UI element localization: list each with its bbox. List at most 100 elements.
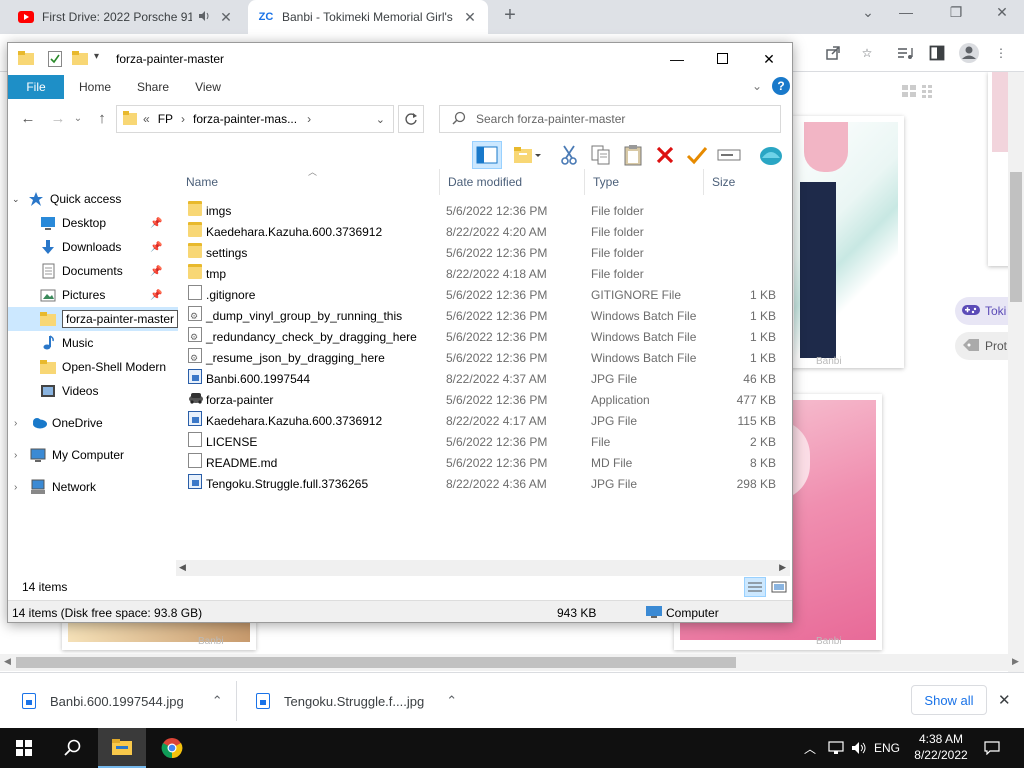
chevron-right-icon[interactable]: › xyxy=(14,418,30,429)
file-row[interactable]: Banbi.600.1997544 8/22/2022 4:37 AM JPG Fi… xyxy=(178,369,792,390)
speaker-icon[interactable] xyxy=(198,10,212,25)
address-bar[interactable]: « FP › forza-painter-mas... › ⌄ xyxy=(116,105,394,133)
scroll-left-icon[interactable]: ◀ xyxy=(179,562,186,573)
restore-icon[interactable]: ❐ xyxy=(944,4,968,26)
image-card[interactable]: Banbi xyxy=(786,116,904,368)
file-row[interactable]: README.md 5/6/2022 12:36 PM MD File 8 KB xyxy=(178,453,792,474)
address-dropdown-icon[interactable]: ⌄ xyxy=(376,113,385,126)
volume-icon[interactable] xyxy=(848,728,870,768)
nav-quick-access[interactable]: ⌄ Quick access xyxy=(8,187,178,211)
download-item[interactable]: Banbi.600.1997544.jpg ⌃ xyxy=(22,673,223,729)
file-row[interactable]: Tengoku.Struggle.full.3736265 8/22/2022 4… xyxy=(178,474,792,495)
new-tab-button[interactable]: + xyxy=(500,5,520,26)
browser-tab-porsche[interactable]: First Drive: 2022 Porsche 911 G ✕ xyxy=(8,0,244,34)
quick-access-toolbar-dropdown-icon[interactable]: ▾ xyxy=(94,51,99,62)
taskbar-chrome[interactable] xyxy=(148,728,196,768)
expand-ribbon-icon[interactable]: ⌄ xyxy=(752,79,762,93)
file-row[interactable]: tmp 8/22/2022 4:18 AM File folder xyxy=(178,264,792,285)
nav-desktop[interactable]: Desktop 📌 xyxy=(8,211,178,235)
rename-button[interactable] xyxy=(714,141,744,169)
profile-avatar-icon[interactable] xyxy=(958,42,980,64)
side-panel-icon[interactable] xyxy=(926,42,948,64)
category-pill-toki[interactable]: Toki xyxy=(955,297,1008,325)
delete-button[interactable] xyxy=(650,141,680,169)
bookmark-star-icon[interactable]: ☆ xyxy=(856,42,878,64)
nav-music[interactable]: Music xyxy=(8,331,178,355)
scroll-right-icon[interactable]: ▶ xyxy=(779,562,786,573)
properties-checkbox-icon[interactable] xyxy=(48,51,62,70)
tab-share[interactable]: Share xyxy=(128,75,178,99)
column-header-name[interactable]: Name xyxy=(178,169,440,195)
scroll-left-icon[interactable]: ◀ xyxy=(4,656,11,667)
close-tab-icon[interactable]: ✕ xyxy=(218,9,234,26)
show-all-button[interactable]: Show all xyxy=(911,685,987,715)
file-row[interactable]: LICENSE 5/6/2022 12:36 PM File 2 KB xyxy=(178,432,792,453)
grid-view-icon[interactable] xyxy=(900,82,940,100)
nav-documents[interactable]: Documents 📌 xyxy=(8,259,178,283)
column-header-type[interactable]: Type xyxy=(585,169,704,195)
properties-button[interactable] xyxy=(682,141,712,169)
nav-open-shell-modern[interactable]: Open-Shell Modern xyxy=(8,355,178,379)
chevron-up-icon[interactable]: ⌃ xyxy=(446,693,457,709)
file-row[interactable]: imgs 5/6/2022 12:36 PM File folder xyxy=(178,201,792,222)
breadcrumb-forza-painter[interactable]: forza-painter-mas... xyxy=(193,112,297,126)
new-folder-icon[interactable] xyxy=(72,51,88,68)
nav-videos[interactable]: Videos xyxy=(8,379,178,403)
nav-forza-painter-master[interactable]: forza-painter-master xyxy=(8,307,179,331)
minimize-button[interactable]: — xyxy=(654,43,700,75)
chevron-right-icon[interactable]: › xyxy=(181,112,185,126)
explorer-title-bar[interactable]: ▾ forza-painter-master — ✕ xyxy=(8,43,792,75)
help-icon[interactable]: ? xyxy=(772,77,790,95)
nav-downloads[interactable]: Downloads 📌 xyxy=(8,235,178,259)
pin-icon[interactable]: 📌 xyxy=(150,290,162,301)
file-row[interactable]: _dump_vinyl_group_by_running_this 5/6/202… xyxy=(178,306,792,327)
refresh-button[interactable] xyxy=(398,105,424,133)
close-button[interactable]: ✕ xyxy=(746,43,792,75)
browser-tab-banbi[interactable]: ZC Banbi - Tokimeki Memorial Girl's ✕ xyxy=(248,0,488,34)
file-row[interactable]: .gitignore 5/6/2022 12:36 PM GITIGNORE Fil… xyxy=(178,285,792,306)
media-control-icon[interactable] xyxy=(894,42,916,64)
minimize-icon[interactable]: — xyxy=(894,4,918,26)
search-button[interactable] xyxy=(50,728,96,768)
large-icons-view-button[interactable] xyxy=(770,579,788,595)
close-window-icon[interactable]: ✕ xyxy=(990,4,1014,26)
column-header-date[interactable]: Date modified xyxy=(440,169,585,195)
menu-kebab-icon[interactable]: ⋮ xyxy=(990,42,1012,64)
chevron-down-icon[interactable]: ⌄ xyxy=(856,4,880,26)
start-button[interactable] xyxy=(0,728,48,768)
column-header-size[interactable]: Size xyxy=(704,169,782,195)
page-vertical-scrollbar[interactable] xyxy=(1008,72,1024,672)
navigation-pane-button[interactable] xyxy=(472,141,502,169)
network-icon[interactable] xyxy=(824,728,848,768)
system-clock[interactable]: 4:38 AM 8/22/2022 xyxy=(905,731,977,763)
pin-icon[interactable]: 📌 xyxy=(150,218,162,229)
breadcrumb-fp[interactable]: FP xyxy=(158,112,173,126)
details-view-button[interactable] xyxy=(744,577,766,597)
forward-arrow-icon[interactable]: → xyxy=(48,109,68,129)
recent-locations-icon[interactable]: ⌄ xyxy=(68,109,88,129)
paste-button[interactable] xyxy=(618,141,648,169)
cut-button[interactable] xyxy=(554,141,584,169)
page-horizontal-scrollbar[interactable]: ◀ ▶ xyxy=(0,654,1024,671)
share-icon[interactable] xyxy=(822,42,844,64)
nav-onedrive[interactable]: › OneDrive xyxy=(8,411,178,435)
file-row[interactable]: forza-painter 5/6/2022 12:36 PM Applicatio… xyxy=(178,390,792,411)
notification-icon[interactable] xyxy=(978,728,1006,768)
tab-home[interactable]: Home xyxy=(70,75,120,99)
pin-icon[interactable]: 📌 xyxy=(150,242,162,253)
up-arrow-icon[interactable]: ↑ xyxy=(92,109,112,129)
close-downloads-icon[interactable]: ✕ xyxy=(998,691,1011,709)
pin-icon[interactable]: 📌 xyxy=(150,266,162,277)
file-row[interactable]: settings 5/6/2022 12:36 PM File folder xyxy=(178,243,792,264)
nav-pictures[interactable]: Pictures 📌 xyxy=(8,283,178,307)
file-row[interactable]: Kaedehara.Kazuha.600.3736912 8/22/2022 4:… xyxy=(178,411,792,432)
close-tab-icon[interactable]: ✕ xyxy=(462,9,478,26)
chevron-right-icon[interactable]: › xyxy=(307,112,311,126)
chevron-right-icon[interactable]: › xyxy=(14,450,30,461)
breadcrumb-overflow[interactable]: « xyxy=(143,112,150,126)
nav-my-computer[interactable]: › My Computer xyxy=(8,443,178,467)
properties-menu-button[interactable] xyxy=(512,141,542,169)
expand-chevron-icon[interactable]: ⌄ xyxy=(12,194,28,205)
copy-button[interactable] xyxy=(586,141,616,169)
file-list-horizontal-scrollbar[interactable]: ◀ ▶ xyxy=(176,560,790,576)
